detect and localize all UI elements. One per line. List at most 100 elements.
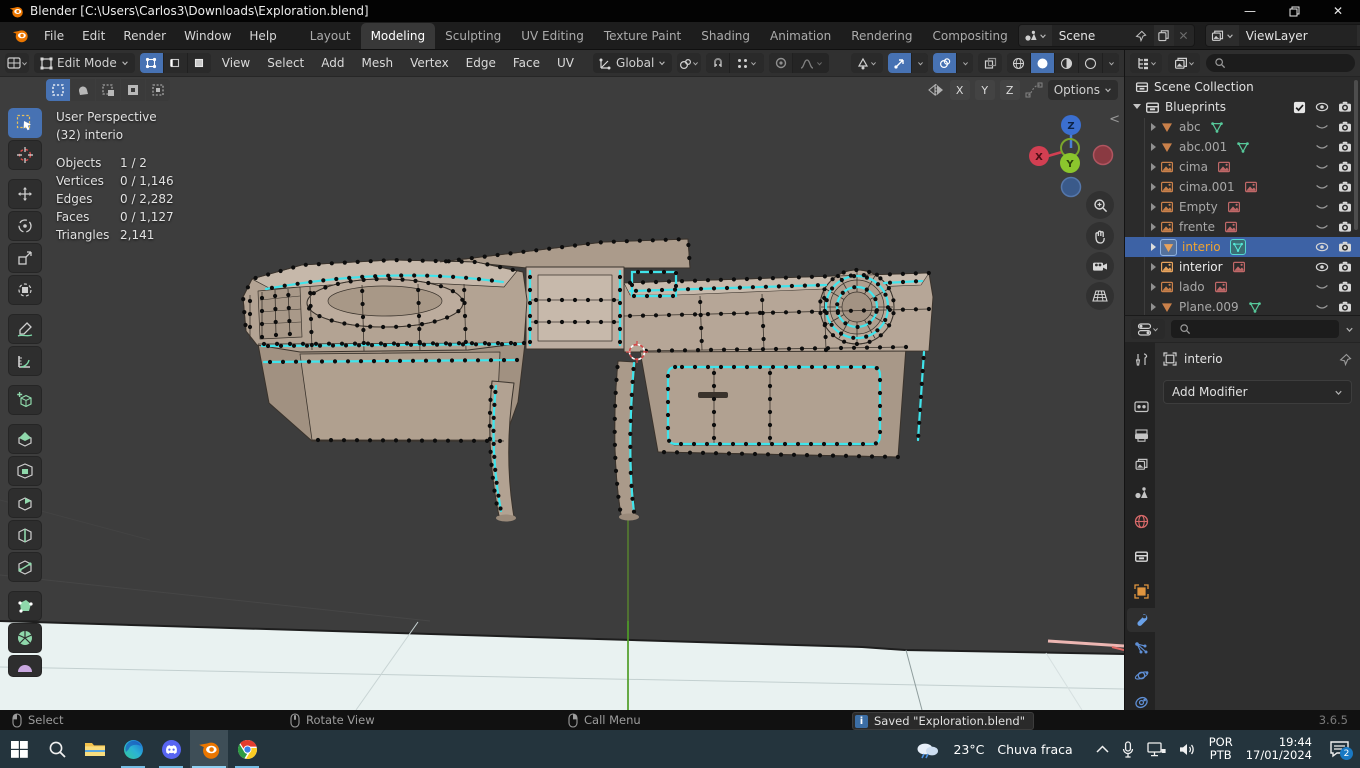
disclosure-icon[interactable] [1151,183,1156,191]
outliner-row-abc[interactable]: abc [1125,117,1360,137]
camera-visibility-icon[interactable] [1338,140,1352,154]
camera-visibility-icon[interactable] [1338,240,1352,254]
outliner-row-plane009[interactable]: Plane.009 [1125,297,1360,315]
tab-physics[interactable] [1127,663,1155,687]
eye-open-icon[interactable] [1315,100,1329,114]
add-modifier-dropdown[interactable]: Add Modifier [1163,380,1352,404]
notification-center-button[interactable]: 2 [1329,740,1350,758]
disclosure-icon[interactable] [1151,143,1156,151]
snap-toggle-magnet-icon[interactable] [706,53,729,73]
start-button[interactable] [0,730,38,768]
pin-icon[interactable] [1339,353,1352,366]
eye-closed-icon[interactable] [1315,140,1329,154]
viewlayer-browse-button[interactable] [1206,25,1239,46]
camera-visibility-icon[interactable] [1338,100,1352,114]
disclosure-icon[interactable] [1151,263,1156,271]
pivot-point-button[interactable] [677,53,701,73]
menu-window[interactable]: Window [175,25,240,47]
overlays-toggle[interactable] [933,53,956,73]
scene-browse-button[interactable] [1019,25,1052,46]
mirror-icon[interactable] [927,83,945,97]
menu-file[interactable]: File [35,25,73,47]
eye-closed-icon[interactable] [1315,200,1329,214]
editor-type-button[interactable] [5,53,29,73]
eye-closed-icon[interactable] [1315,120,1329,134]
proportional-falloff-button[interactable] [793,53,829,73]
tool-bevel[interactable] [8,488,42,518]
microphone-icon[interactable] [1122,741,1134,758]
outliner-row-cima001[interactable]: cima.001 [1125,177,1360,197]
eye-closed-icon[interactable] [1315,220,1329,234]
viewport-3d[interactable]: Edit Mode View Select Add Mesh Vertex Ed… [0,50,1124,710]
tool-cursor[interactable] [8,140,42,170]
camera-visibility-icon[interactable] [1338,260,1352,274]
speaker-icon[interactable] [1179,742,1196,757]
tray-chevron-icon[interactable] [1096,745,1109,754]
properties-search-input[interactable] [1171,320,1339,338]
scene-copy-button[interactable] [1154,25,1174,46]
outliner-row-interior[interactable]: interior [1125,257,1360,277]
camera-visibility-icon[interactable] [1338,120,1352,134]
solid-shading-button[interactable] [1031,53,1054,73]
mirror-z-toggle[interactable]: Z [1000,80,1020,100]
tab-particles[interactable] [1127,636,1155,660]
disclosure-icon[interactable] [1151,223,1156,231]
camera-view-button[interactable] [1086,252,1114,280]
outliner-row-lado[interactable]: lado [1125,277,1360,297]
select-extend-button[interactable] [71,79,95,101]
discord-icon[interactable] [152,730,190,768]
checkbox-icon[interactable] [1293,101,1306,114]
tab-view-layer[interactable] [1127,452,1155,476]
disclosure-icon[interactable] [1151,163,1156,171]
outliner-row-interio-selected[interactable]: interio [1125,237,1360,257]
camera-visibility-icon[interactable] [1338,200,1352,214]
transform-orientation[interactable]: Global [593,53,672,73]
eye-open-icon[interactable] [1315,260,1329,274]
tab-modifiers[interactable] [1127,608,1155,632]
tab-world[interactable] [1127,509,1155,533]
eye-closed-icon[interactable] [1315,280,1329,294]
disclosure-open-icon[interactable] [1133,104,1141,113]
mirror-y-toggle[interactable]: Y [975,80,995,100]
tool-transform[interactable] [8,275,42,305]
taskbar-search-button[interactable] [38,730,76,768]
select-intersect-button[interactable] [146,79,170,101]
network-icon[interactable] [1147,742,1166,757]
tool-extrude[interactable] [8,424,42,454]
menu-face[interactable]: Face [507,54,546,72]
blender-taskbar-icon[interactable] [190,730,228,768]
tab-tool[interactable] [1127,347,1155,371]
outliner-row-blueprints[interactable]: Blueprints [1125,97,1360,117]
menu-select[interactable]: Select [261,54,310,72]
show-gizmo-dropdown[interactable] [851,53,883,73]
camera-visibility-icon[interactable] [1338,160,1352,174]
outliner-row-cima[interactable]: cima [1125,157,1360,177]
outliner-row-scene-collection[interactable]: Scene Collection [1125,77,1360,97]
tool-spin[interactable] [8,623,42,653]
select-invert-button[interactable] [121,79,145,101]
proportional-edit-toggle[interactable] [769,53,792,73]
camera-visibility-icon[interactable] [1338,280,1352,294]
camera-visibility-icon[interactable] [1338,300,1352,314]
eye-closed-icon[interactable] [1315,300,1329,314]
rendered-shading-button[interactable] [1079,53,1102,73]
weather-icon[interactable] [914,739,940,759]
select-subtract-button[interactable] [96,79,120,101]
eye-open-icon[interactable] [1315,240,1329,254]
clock[interactable]: 19:44 17/01/2024 [1246,736,1312,762]
tab-constraints[interactable] [1127,690,1155,710]
camera-visibility-icon[interactable] [1338,180,1352,194]
outliner-row-abc001[interactable]: abc.001 [1125,137,1360,157]
eye-closed-icon[interactable] [1315,160,1329,174]
outliner-editor-type-button[interactable] [1130,53,1162,73]
mirror-x-toggle[interactable]: X [950,80,970,100]
tool-measure[interactable] [8,346,42,376]
menu-mesh[interactable]: Mesh [356,54,400,72]
eye-closed-icon[interactable] [1315,180,1329,194]
snap-path-icon[interactable] [1025,82,1043,98]
tool-rotate[interactable] [8,211,42,241]
close-button[interactable]: ✕ [1316,0,1360,22]
outliner-display-mode-button[interactable] [1168,53,1200,73]
pin-icon[interactable] [1135,30,1147,42]
properties-options-chevron[interactable] [1345,325,1354,334]
